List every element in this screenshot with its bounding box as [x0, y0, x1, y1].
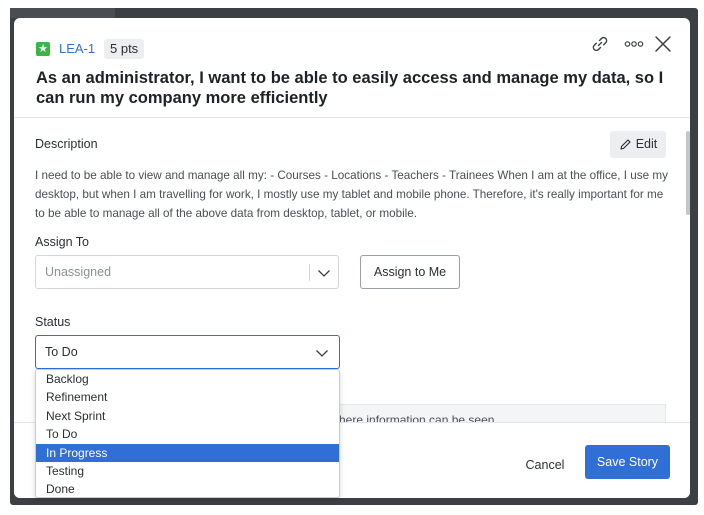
cancel-button[interactable]: Cancel [513, 450, 577, 480]
description-text: I need to be able to view and manage all… [35, 169, 668, 220]
close-icon[interactable] [654, 35, 672, 53]
save-story-button[interactable]: Save Story [585, 445, 670, 479]
status-dropdown-list: Backlog Refinement Next Sprint To Do In … [35, 369, 340, 498]
status-option-highlighted[interactable]: In Progress [36, 443, 339, 462]
chevron-down-icon [316, 350, 328, 357]
status-label: Status [35, 315, 71, 329]
status-select[interactable]: To Do [35, 335, 340, 369]
pencil-icon [620, 139, 631, 150]
header-divider [14, 117, 690, 118]
scrollbar-thumb[interactable] [686, 131, 690, 215]
status-option[interactable]: Testing [36, 462, 339, 480]
chevron-down-icon [318, 270, 330, 277]
assignee-select[interactable]: Unassigned [35, 255, 339, 289]
status-option[interactable]: Done [36, 480, 339, 497]
description-label: Description [35, 137, 98, 151]
assign-to-me-button[interactable]: Assign to Me [360, 255, 460, 289]
select-separator [309, 264, 310, 281]
edit-button-label: Edit [635, 137, 658, 151]
link-icon[interactable] [590, 34, 610, 54]
background-tab [10, 8, 115, 18]
status-option[interactable]: Next Sprint [36, 407, 339, 425]
assign-to-label: Assign To [35, 235, 89, 249]
story-points-badge: 5 pts [104, 39, 145, 59]
status-option[interactable]: Backlog [36, 370, 339, 388]
assignee-value: Unassigned [45, 265, 112, 279]
status-value: To Do [45, 345, 78, 359]
status-option[interactable]: To Do [36, 425, 339, 443]
story-title: As an administrator, I want to be able t… [36, 69, 664, 107]
more-icon[interactable] [624, 38, 644, 50]
edit-button[interactable]: Edit [610, 131, 666, 158]
story-star-icon: ★ [36, 42, 50, 56]
status-option[interactable]: Refinement [36, 388, 339, 406]
story-key-link[interactable]: LEA-1 [59, 41, 95, 56]
